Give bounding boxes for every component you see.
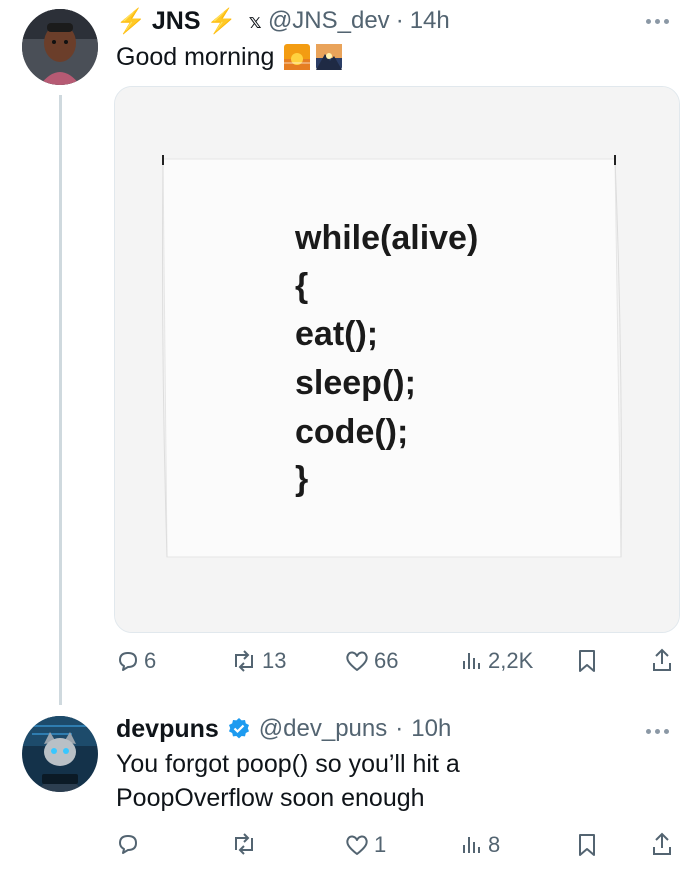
- verified-icon: [227, 717, 251, 741]
- code-line-4: sleep();: [295, 364, 416, 402]
- code-line-6: }: [295, 460, 309, 498]
- sunrise-emoji-icon: [284, 44, 311, 70]
- reply-more-icon[interactable]: [646, 726, 676, 736]
- reply-bookmark-button[interactable]: [576, 832, 598, 858]
- lightning-emoji-left: ⚡: [116, 7, 146, 35]
- repost-icon: [235, 650, 253, 672]
- tweet-text: Good morning: [116, 43, 275, 71]
- tweet-header: ⚡ JNS ⚡ 𝕩 @JNS_dev · 14h: [116, 4, 450, 38]
- repost-icon: [235, 833, 253, 855]
- separator-dot: ·: [395, 7, 404, 34]
- share-icon: [653, 832, 671, 855]
- tweet-text-row: Good morning: [116, 40, 343, 74]
- reply-count: 6: [144, 648, 157, 673]
- repost-button[interactable]: 13: [230, 648, 286, 674]
- x-logo-mark: 𝕩: [248, 10, 262, 33]
- reply-separator-dot: ·: [395, 715, 404, 742]
- reply-repost-button[interactable]: [230, 832, 262, 856]
- bookmark-icon: [579, 834, 595, 856]
- code-line-2: {: [295, 267, 309, 305]
- mountain-sunrise-emoji-icon: [316, 44, 343, 70]
- reply-views-button[interactable]: 8: [460, 832, 500, 858]
- views-icon: [463, 837, 480, 853]
- code-line-1: while(alive): [295, 219, 479, 257]
- handle[interactable]: @JNS_dev: [268, 7, 390, 35]
- reply-reply-button[interactable]: [116, 832, 144, 856]
- bookmark-icon: [579, 650, 595, 672]
- like-button[interactable]: 66: [344, 648, 398, 674]
- lightning-emoji-right: ⚡: [206, 7, 237, 35]
- like-icon: [346, 835, 368, 855]
- like-icon: [346, 651, 368, 671]
- media-image-tapestry[interactable]: while(alive) { eat(); sleep(); code(); }: [114, 86, 680, 633]
- avatar-jns[interactable]: [22, 9, 98, 85]
- reply-button[interactable]: 6: [116, 648, 156, 674]
- reply-timestamp[interactable]: 10h: [411, 715, 451, 743]
- reply-share-button[interactable]: [650, 831, 674, 857]
- repost-count: 13: [262, 648, 287, 673]
- timestamp[interactable]: 14h: [410, 7, 450, 35]
- code-line-5: code();: [295, 413, 409, 451]
- share-icon: [653, 648, 671, 671]
- display-name[interactable]: JNS: [152, 7, 201, 36]
- reply-like-button[interactable]: 1: [344, 832, 386, 858]
- code-line-3: eat();: [295, 315, 379, 353]
- reply-handle[interactable]: @dev_puns: [259, 715, 387, 743]
- like-count: 66: [374, 648, 399, 673]
- reply-display-name[interactable]: devpuns: [116, 715, 219, 744]
- reply-header: devpuns @dev_puns · 10h: [116, 712, 451, 746]
- tapestry-illustration: [115, 87, 679, 632]
- reply-icon: [119, 835, 137, 854]
- reply-text: You forgot poop() so you’ll hit a PoopOv…: [116, 747, 460, 815]
- avatar-devpuns[interactable]: [22, 716, 98, 792]
- share-button[interactable]: [650, 647, 674, 673]
- views-count: 2,2K: [488, 648, 534, 673]
- reply-views-count: 8: [488, 832, 501, 857]
- reply-icon: [119, 652, 137, 671]
- bookmark-button[interactable]: [576, 648, 598, 674]
- more-icon[interactable]: [646, 16, 676, 26]
- thread-connector-line: [59, 95, 62, 705]
- views-icon: [463, 653, 480, 669]
- views-button[interactable]: 2,2K: [460, 648, 533, 674]
- reply-text-line-2: PoopOverflow soon enough: [116, 784, 425, 812]
- reply-like-count: 1: [374, 832, 387, 857]
- reply-text-line-1: You forgot poop() so you’ll hit a: [116, 750, 460, 778]
